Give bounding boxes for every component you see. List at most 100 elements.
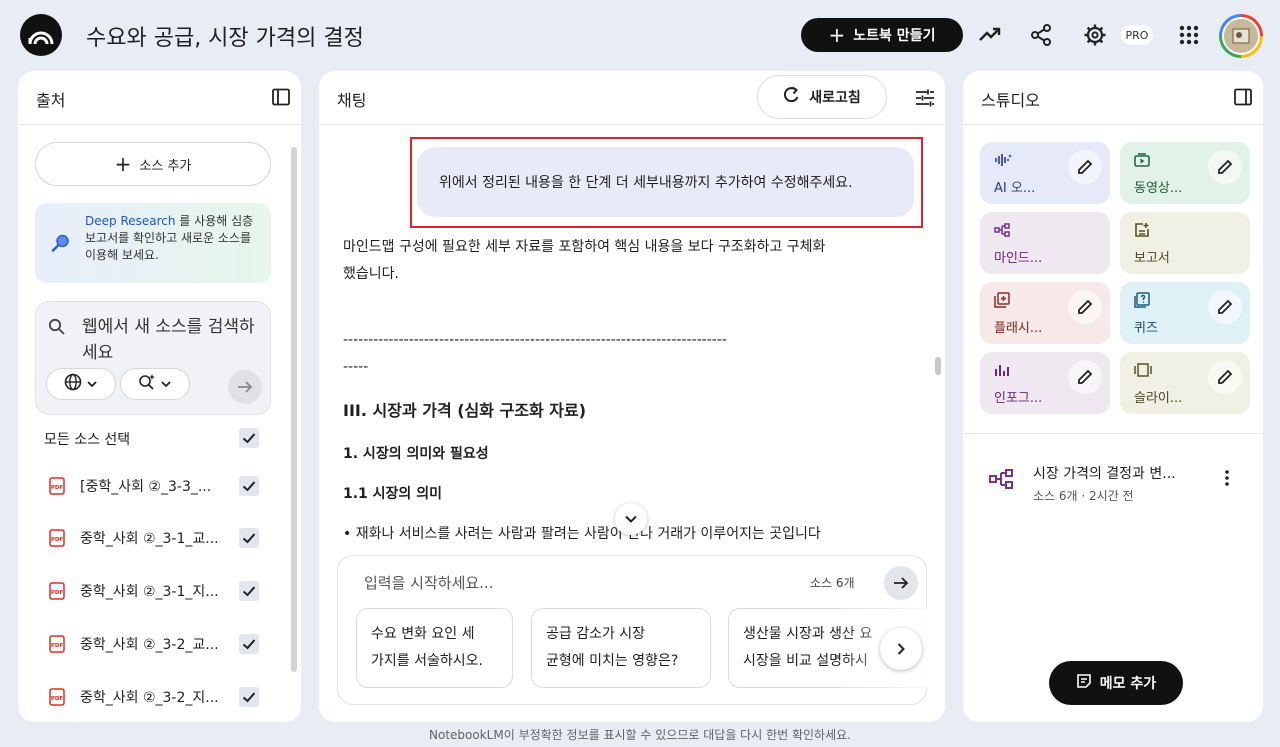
studio-tile-label: 보고서	[1134, 251, 1170, 266]
studio-tile-slides[interactable]: 슬라이...	[1120, 352, 1250, 414]
studio-divider	[963, 433, 1263, 434]
studio-panel: 스튜디오 AI 오... 동영상... 마인드... 보고서 플래시... 퀴즈…	[963, 71, 1263, 722]
source-item-checkbox[interactable]	[239, 476, 259, 496]
response-separator-line1: ----------------------------------------…	[343, 332, 727, 348]
chat-scrollbar[interactable]	[935, 357, 941, 375]
sources-panel: 출처 + 소스 추가 Deep Research 를 사용해 심층 보고서를 확…	[18, 71, 301, 722]
chat-panel: 채팅 새로고침 위에서 정리된 내용을 한 단계 더 세부내용까지 추가하여 수…	[319, 71, 945, 722]
chat-input-area: 입력을 시작하세요... 소스 6개 수요 변화 요인 세 가지를 서술하시오.…	[337, 555, 928, 705]
source-item-checkbox[interactable]	[239, 528, 259, 548]
studio-tile-quiz[interactable]: 퀴즈	[1120, 282, 1250, 344]
source-item[interactable]: PDF 중학_사회 ②_3-1_지...	[48, 579, 238, 603]
suggestion-line2: 균형에 미치는 영향은?	[546, 653, 679, 669]
report-icon	[1134, 222, 1150, 242]
check-icon	[242, 692, 256, 703]
svg-text:PDF: PDF	[51, 485, 64, 491]
mindmap-icon	[994, 222, 1010, 241]
suggestion-line2: 가지를 서술하시오.	[371, 653, 483, 669]
arrow-right-icon	[894, 577, 909, 589]
notebook-title[interactable]: 수요와 공급, 시장 가격의 결정	[86, 20, 364, 52]
studio-tile-audio[interactable]: AI 오...	[980, 142, 1110, 204]
chat-input[interactable]: 입력을 시작하세요...	[364, 572, 493, 593]
plus-icon: +	[828, 23, 846, 47]
select-all-checkbox[interactable]	[239, 428, 259, 448]
studio-tile-mindmap[interactable]: 마인드...	[980, 212, 1110, 274]
edit-pencil-icon[interactable]	[1208, 290, 1242, 324]
source-item-checkbox[interactable]	[239, 581, 259, 601]
edit-pencil-icon[interactable]	[1068, 150, 1102, 184]
source-count: 소스 6개	[810, 576, 855, 590]
check-icon	[242, 433, 256, 444]
note-meta: 소스 6개 · 2시간 전	[1033, 489, 1134, 503]
studio-tile-report[interactable]: 보고서	[1120, 212, 1250, 274]
suggestion-chip[interactable]: 수요 변화 요인 세 가지를 서술하시오.	[356, 608, 513, 688]
response-intro-line2: 했습니다.	[343, 266, 399, 282]
suggestion-chip[interactable]: 공급 감소가 시장 균형에 미치는 영향은?	[531, 608, 711, 688]
studio-tile-video[interactable]: 동영상...	[1120, 142, 1250, 204]
studio-tile-label: AI 오...	[994, 181, 1036, 196]
sources-scrollbar[interactable]	[291, 147, 297, 672]
response-bullet-1: • 재화나 서비스를 사려는 사람과 팔려는 사람이 만나 거래가 이루어지는 …	[343, 526, 821, 542]
collapse-sources-icon[interactable]	[272, 88, 290, 110]
sources-title: 출처	[36, 91, 66, 110]
scroll-down-button[interactable]	[615, 503, 647, 535]
generated-note-item[interactable]: 시장 가격의 결정과 변... 소스 6개 · 2시간 전	[989, 455, 1249, 505]
notebooklm-logo-icon[interactable]	[20, 14, 62, 56]
source-item[interactable]: PDF 중학_사회 ②_3-2_교...	[48, 632, 238, 656]
source-item-checkbox[interactable]	[239, 634, 259, 654]
source-item[interactable]: PDF 중학_사회 ②_3-2_지...	[48, 685, 238, 709]
add-memo-button[interactable]: 메모 추가	[1049, 661, 1183, 705]
web-search-box[interactable]: 웹에서 새 소스를 검색하세요	[35, 301, 271, 415]
create-notebook-button[interactable]: + 노트북 만들기	[801, 18, 963, 52]
collapse-studio-icon[interactable]	[1234, 88, 1252, 110]
note-title: 시장 가격의 결정과 변...	[1033, 466, 1176, 482]
edit-pencil-icon[interactable]	[1208, 360, 1242, 394]
studio-tile-label: 동영상...	[1134, 181, 1183, 196]
edit-pencil-icon[interactable]	[1208, 150, 1242, 184]
refresh-label: 새로고침	[809, 90, 861, 106]
check-icon	[242, 533, 256, 544]
web-source-dropdown[interactable]	[46, 368, 116, 400]
add-source-label: 소스 추가	[139, 158, 192, 174]
refresh-button[interactable]: 새로고침	[757, 75, 887, 119]
response-separator-line2: -----	[343, 359, 369, 375]
pdf-icon: PDF	[48, 687, 66, 707]
source-item[interactable]: PDF 중학_사회 ②_3-1_교...	[48, 526, 238, 550]
magnifier-icon	[51, 233, 71, 258]
check-icon	[242, 481, 256, 492]
tune-settings-icon[interactable]	[915, 88, 935, 112]
send-button[interactable]	[884, 566, 918, 600]
suggestion-line1: 공급 감소가 시장	[546, 626, 646, 642]
source-item-label: 중학_사회 ②_3-2_지...	[80, 690, 219, 706]
pdf-icon: PDF	[48, 634, 66, 654]
deep-research-link[interactable]: Deep Research	[85, 214, 175, 228]
response-heading: III. 시장과 가격 (심화 구조화 자료)	[343, 401, 587, 420]
studio-tile-flashcards[interactable]: 플래시...	[980, 282, 1110, 344]
add-source-button[interactable]: + 소스 추가	[35, 142, 271, 186]
edit-pencil-icon[interactable]	[1068, 290, 1102, 324]
analytics-icon[interactable]	[975, 20, 1005, 50]
pdf-icon: PDF	[48, 476, 66, 496]
next-suggestions-button[interactable]	[880, 628, 922, 670]
memo-icon	[1076, 673, 1092, 693]
share-icon[interactable]	[1026, 20, 1056, 50]
source-item-checkbox[interactable]	[239, 687, 259, 707]
studio-tile-label: 플래시...	[994, 321, 1043, 336]
research-mode-dropdown[interactable]	[120, 368, 190, 400]
studio-tile-label: 슬라이...	[1134, 391, 1183, 406]
search-input[interactable]: 웹에서 새 소스를 검색하세요	[82, 314, 258, 366]
highlight-outline	[410, 137, 923, 228]
sparkle-search-icon	[138, 373, 156, 395]
flashcard-icon	[994, 292, 1010, 312]
source-item[interactable]: PDF [중학_사회 ②_3-3_...	[48, 474, 238, 498]
studio-tile-infographic[interactable]: 인포그...	[980, 352, 1110, 414]
search-submit-button[interactable]	[228, 370, 262, 404]
settings-gear-icon[interactable]	[1080, 20, 1110, 50]
arrow-right-icon	[238, 381, 253, 393]
mindmap-icon	[989, 469, 1013, 493]
user-avatar[interactable]	[1219, 14, 1263, 58]
more-options-icon[interactable]	[1217, 463, 1237, 493]
response-subheading-1: 1. 시장의 의미와 필요성	[343, 446, 489, 462]
apps-grid-icon[interactable]	[1174, 20, 1204, 50]
edit-pencil-icon[interactable]	[1068, 360, 1102, 394]
